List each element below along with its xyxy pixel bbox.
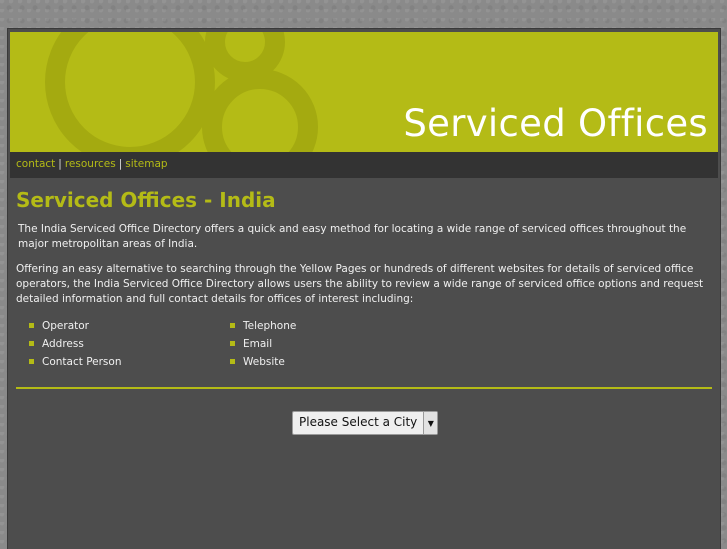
main-content: Serviced Offices - India The India Servi… <box>16 188 712 371</box>
feature-list-left: Operator Address Contact Person <box>29 317 121 371</box>
nav-link-contact[interactable]: contact <box>16 158 55 170</box>
nav-link-sitemap[interactable]: sitemap <box>125 158 167 170</box>
feature-lists: Operator Address Contact Person Telephon… <box>16 317 712 371</box>
bullet-square-icon <box>29 359 34 364</box>
divider <box>16 387 712 389</box>
list-item: Email <box>230 335 296 353</box>
body-paragraph: Offering an easy alternative to searchin… <box>16 263 704 305</box>
city-select[interactable]: Please Select a City ▼ <box>292 411 439 435</box>
nav-separator: | <box>58 158 62 170</box>
list-item: Contact Person <box>29 353 121 371</box>
list-item: Website <box>230 353 296 371</box>
list-item: Telephone <box>230 317 296 335</box>
page-heading: Serviced Offices - India <box>16 188 276 212</box>
bullet-square-icon <box>230 323 235 328</box>
bullet-square-icon <box>230 359 235 364</box>
intro-paragraph: The India Serviced Office Directory offe… <box>18 223 687 250</box>
bullet-square-icon <box>29 323 34 328</box>
bullet-square-icon <box>230 341 235 346</box>
nav-link-resources[interactable]: resources <box>65 158 116 170</box>
list-item: Address <box>29 335 121 353</box>
top-nav: contact | resources | sitemap <box>10 152 718 178</box>
site-title: Serviced Offices <box>403 102 708 145</box>
header-banner: Serviced Offices <box>10 32 718 152</box>
nav-separator: | <box>118 158 123 170</box>
page-container: Serviced Offices contact | resources | sitem… <box>8 29 720 549</box>
triangle-down-icon[interactable]: ▼ <box>423 412 438 434</box>
feature-list-right: Telephone Email Website <box>230 317 296 371</box>
list-item: Operator <box>29 317 121 335</box>
bullet-square-icon <box>29 341 34 346</box>
city-select-value[interactable]: Please Select a City <box>293 412 423 434</box>
